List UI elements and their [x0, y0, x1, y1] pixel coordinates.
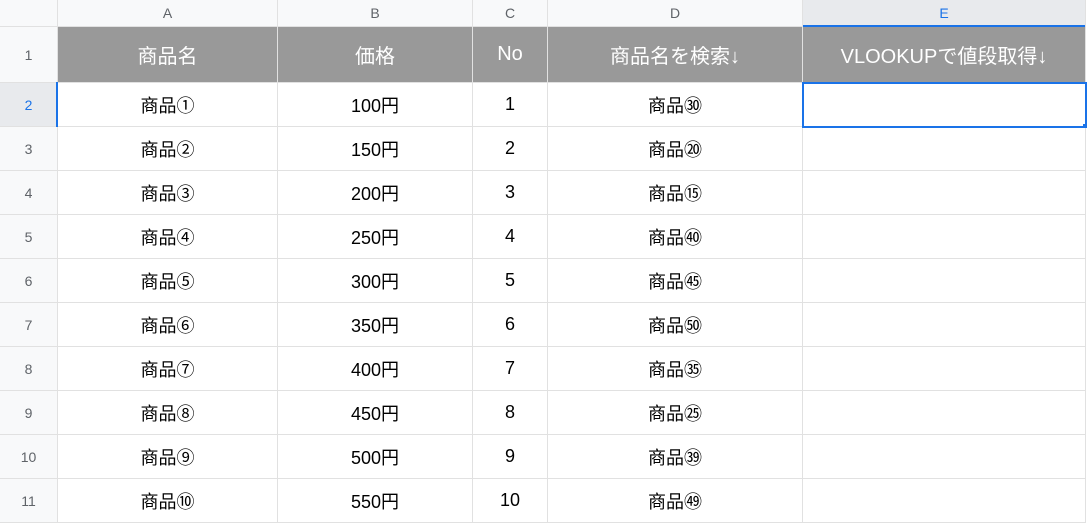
- row-header-6[interactable]: 6: [0, 259, 58, 303]
- cell-B5[interactable]: 250円: [278, 215, 473, 259]
- col-header-A[interactable]: A: [58, 0, 278, 27]
- cell-E10[interactable]: [803, 435, 1086, 479]
- cell-B2[interactable]: 100円: [278, 83, 473, 127]
- row-header-4[interactable]: 4: [0, 171, 58, 215]
- cell-D1[interactable]: 商品名を検索↓: [548, 27, 803, 83]
- cell-B10[interactable]: 500円: [278, 435, 473, 479]
- cell-B11[interactable]: 550円: [278, 479, 473, 523]
- col-header-E[interactable]: E: [803, 0, 1086, 27]
- cell-B9[interactable]: 450円: [278, 391, 473, 435]
- cell-B3[interactable]: 150円: [278, 127, 473, 171]
- select-all-corner[interactable]: [0, 0, 58, 27]
- cell-D9[interactable]: 商品㉕: [548, 391, 803, 435]
- cell-D10[interactable]: 商品㊴: [548, 435, 803, 479]
- col-header-B[interactable]: B: [278, 0, 473, 27]
- cell-E9[interactable]: [803, 391, 1086, 435]
- cell-C11[interactable]: 10: [473, 479, 548, 523]
- cell-D11[interactable]: 商品㊾: [548, 479, 803, 523]
- cell-D3[interactable]: 商品⑳: [548, 127, 803, 171]
- cell-A10[interactable]: 商品⑨: [58, 435, 278, 479]
- spreadsheet-grid: A B C D E 1 商品名 価格 No 商品名を検索↓ VLOOKUPで値段…: [0, 0, 1090, 523]
- cell-B8[interactable]: 400円: [278, 347, 473, 391]
- col-header-C[interactable]: C: [473, 0, 548, 27]
- cell-A4[interactable]: 商品③: [58, 171, 278, 215]
- cell-C2[interactable]: 1: [473, 83, 548, 127]
- cell-A9[interactable]: 商品⑧: [58, 391, 278, 435]
- cell-C7[interactable]: 6: [473, 303, 548, 347]
- cell-A11[interactable]: 商品⑩: [58, 479, 278, 523]
- cell-C1[interactable]: No: [473, 27, 548, 83]
- cell-A2[interactable]: 商品①: [58, 83, 278, 127]
- cell-B4[interactable]: 200円: [278, 171, 473, 215]
- cell-E2[interactable]: [803, 83, 1086, 127]
- cell-B7[interactable]: 350円: [278, 303, 473, 347]
- cell-C6[interactable]: 5: [473, 259, 548, 303]
- cell-D8[interactable]: 商品㉟: [548, 347, 803, 391]
- row-header-9[interactable]: 9: [0, 391, 58, 435]
- cell-E1[interactable]: VLOOKUPで値段取得↓: [803, 27, 1086, 83]
- row-header-5[interactable]: 5: [0, 215, 58, 259]
- cell-C3[interactable]: 2: [473, 127, 548, 171]
- row-header-1[interactable]: 1: [0, 27, 58, 83]
- row-header-7[interactable]: 7: [0, 303, 58, 347]
- cell-D4[interactable]: 商品⑮: [548, 171, 803, 215]
- cell-A8[interactable]: 商品⑦: [58, 347, 278, 391]
- cell-B6[interactable]: 300円: [278, 259, 473, 303]
- cell-E4[interactable]: [803, 171, 1086, 215]
- row-header-8[interactable]: 8: [0, 347, 58, 391]
- cell-E7[interactable]: [803, 303, 1086, 347]
- cell-D2[interactable]: 商品㉚: [548, 83, 803, 127]
- cell-D5[interactable]: 商品㊵: [548, 215, 803, 259]
- cell-E3[interactable]: [803, 127, 1086, 171]
- cell-A3[interactable]: 商品②: [58, 127, 278, 171]
- cell-E8[interactable]: [803, 347, 1086, 391]
- cell-C10[interactable]: 9: [473, 435, 548, 479]
- cell-A5[interactable]: 商品④: [58, 215, 278, 259]
- cell-A1[interactable]: 商品名: [58, 27, 278, 83]
- row-header-10[interactable]: 10: [0, 435, 58, 479]
- cell-A6[interactable]: 商品⑤: [58, 259, 278, 303]
- cell-C5[interactable]: 4: [473, 215, 548, 259]
- row-header-11[interactable]: 11: [0, 479, 58, 523]
- cell-C8[interactable]: 7: [473, 347, 548, 391]
- cell-A7[interactable]: 商品⑥: [58, 303, 278, 347]
- cell-E11[interactable]: [803, 479, 1086, 523]
- cell-C9[interactable]: 8: [473, 391, 548, 435]
- fill-handle[interactable]: [1082, 123, 1086, 127]
- cell-B1[interactable]: 価格: [278, 27, 473, 83]
- cell-C4[interactable]: 3: [473, 171, 548, 215]
- cell-D7[interactable]: 商品㊿: [548, 303, 803, 347]
- cell-D6[interactable]: 商品㊺: [548, 259, 803, 303]
- cell-E6[interactable]: [803, 259, 1086, 303]
- cell-E5[interactable]: [803, 215, 1086, 259]
- col-header-D[interactable]: D: [548, 0, 803, 27]
- row-header-3[interactable]: 3: [0, 127, 58, 171]
- row-header-2[interactable]: 2: [0, 83, 58, 127]
